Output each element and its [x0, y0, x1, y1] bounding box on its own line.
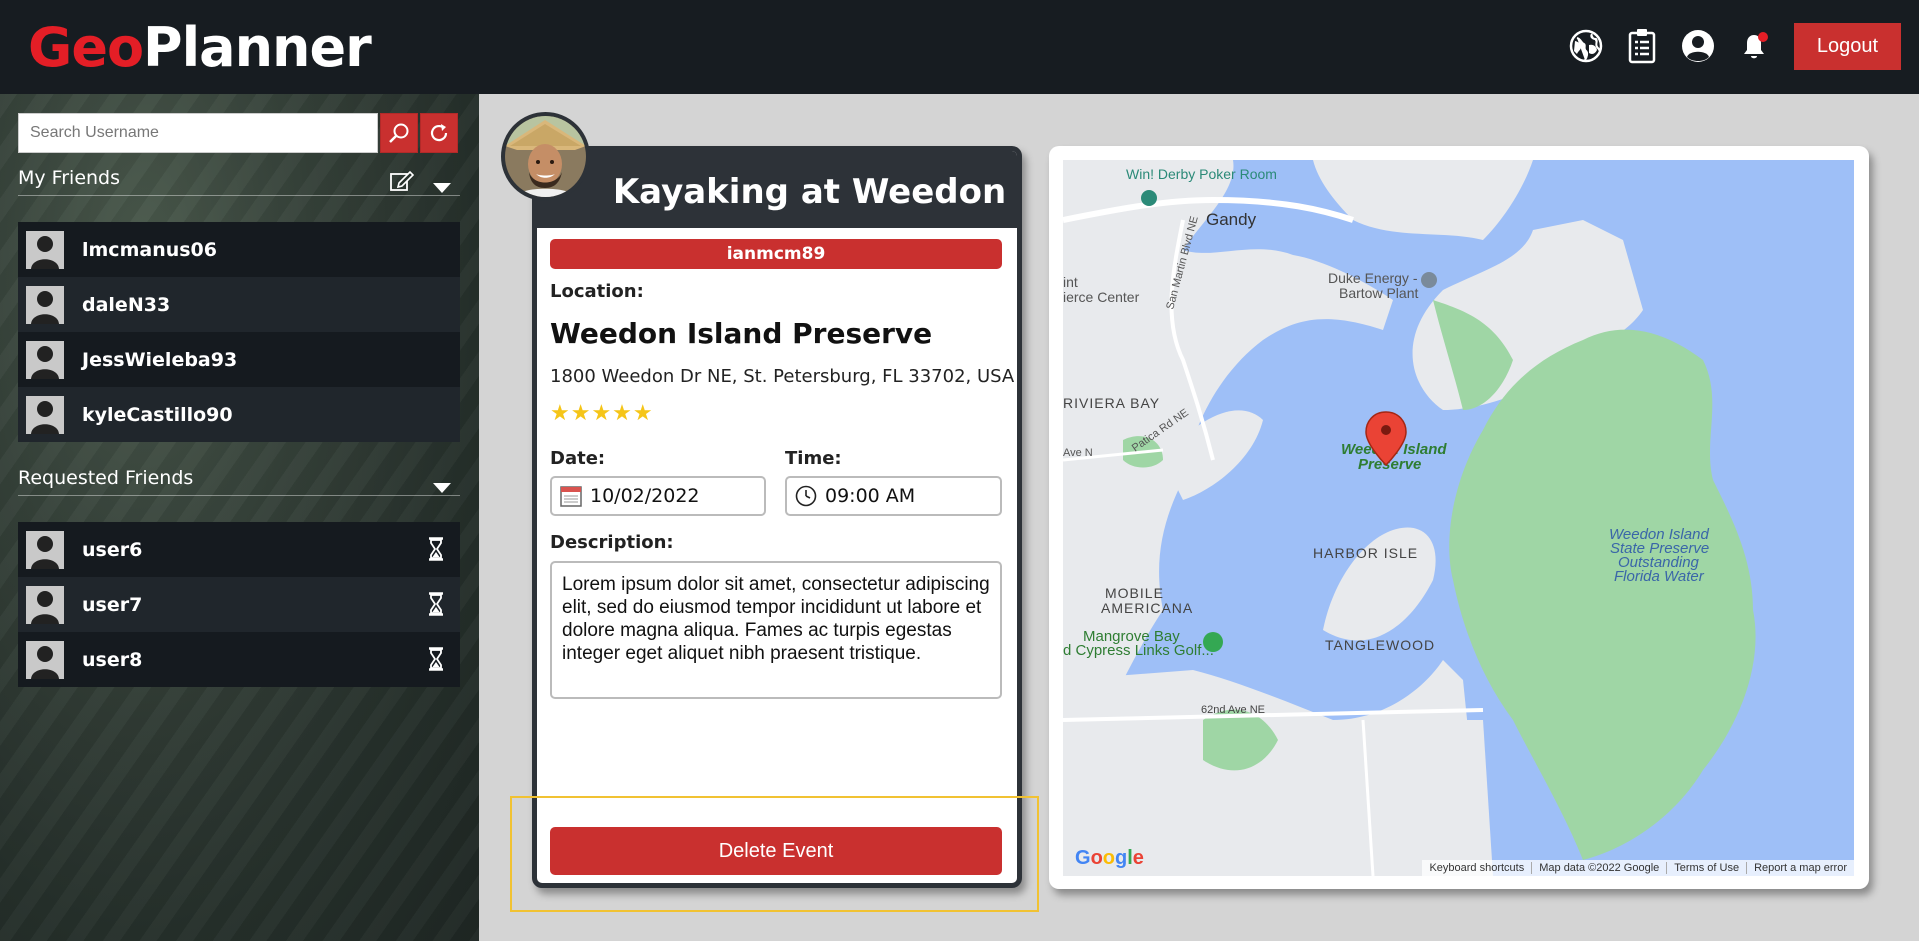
date-value: 10/02/2022 — [590, 485, 700, 507]
requested-friends-list: user6 user7 user8 — [18, 522, 460, 687]
friend-name: lmcmanus06 — [82, 238, 217, 261]
description-label: Description: — [550, 532, 674, 553]
my-friends-header: My Friends — [18, 164, 460, 196]
event-title: Kayaking at Weedon — [612, 172, 1007, 212]
map-card: Win! Derby Poker Room Gandy Duke Energy … — [1049, 146, 1869, 889]
map-label-62nd: 62nd Ave NE — [1201, 704, 1265, 716]
date-label: Date: — [550, 448, 606, 469]
map-attribution: Keyboard shortcuts Map data ©2022 Google… — [1422, 860, 1854, 876]
map-label-commerce1: int — [1063, 274, 1078, 290]
date-field[interactable]: 10/02/2022 — [550, 476, 766, 516]
requested-friends-title: Requested Friends — [18, 467, 194, 489]
app-logo[interactable]: GeoPlanner — [28, 16, 372, 80]
map-label-gandy: Gandy — [1206, 210, 1257, 229]
search-button[interactable] — [380, 113, 418, 153]
bell-icon[interactable] — [1736, 28, 1772, 64]
requested-friends-header: Requested Friends — [18, 464, 460, 496]
map-label-riviera: RIVIERA BAY — [1063, 395, 1160, 411]
avatar — [26, 640, 64, 679]
logo-geo: Geo — [28, 16, 144, 79]
report-error-link[interactable]: Report a map error — [1746, 862, 1854, 874]
map-label-mangrove2: d Cypress Links Golf... — [1063, 642, 1214, 659]
rating-stars: ★★★★★ — [550, 401, 654, 426]
hourglass-icon — [428, 592, 444, 620]
delete-event-button[interactable]: Delete Event — [550, 827, 1002, 875]
hourglass-icon — [428, 537, 444, 565]
map-label-mobile2: AMERICANA — [1101, 600, 1193, 616]
friends-list: lmcmanus06 daleN33 JessWieleba93 kyleCas… — [18, 222, 460, 442]
chevron-down-icon[interactable] — [432, 474, 452, 502]
clock-icon — [795, 485, 817, 507]
user-circle-icon[interactable] — [1680, 28, 1716, 64]
event-card: Kayaking at Weedon ianmcm89 Location: We… — [532, 146, 1022, 888]
keyboard-shortcuts-link[interactable]: Keyboard shortcuts — [1422, 862, 1531, 874]
duke-pin-icon — [1421, 272, 1437, 288]
logo-planner: Planner — [143, 16, 372, 79]
requested-name: user7 — [82, 593, 143, 616]
requested-row[interactable]: user8 — [18, 632, 460, 687]
hourglass-icon — [428, 647, 444, 675]
event-card-header: Kayaking at Weedon — [537, 151, 1017, 228]
map-label-mobile1: MOBILE — [1105, 585, 1164, 601]
map-label-ave-n: Ave N — [1063, 447, 1093, 459]
map-label-duke2: Bartow Plant — [1339, 285, 1418, 301]
terms-link[interactable]: Terms of Use — [1666, 862, 1746, 874]
place-name: Weedon Island Preserve — [550, 317, 933, 350]
avatar — [26, 340, 64, 379]
time-label: Time: — [785, 448, 842, 469]
clipboard-icon[interactable] — [1624, 28, 1660, 64]
avatar — [26, 230, 64, 269]
map-label-state4: Florida Water — [1614, 568, 1705, 585]
map-view[interactable]: Win! Derby Poker Room Gandy Duke Energy … — [1063, 160, 1854, 876]
host-avatar[interactable] — [501, 112, 590, 201]
top-nav-bar: GeoPlanner Logout — [0, 0, 1919, 94]
requested-name: user8 — [82, 648, 143, 671]
refresh-button[interactable] — [420, 113, 458, 153]
friend-name: kyleCastillo90 — [82, 403, 233, 426]
search-username-input[interactable] — [18, 113, 378, 153]
requested-name: user6 — [82, 538, 143, 561]
avatar — [26, 585, 64, 624]
calendar-icon — [560, 486, 582, 507]
description-textarea[interactable]: Lorem ipsum dolor sit amet, consectetur … — [550, 561, 1002, 699]
avatar — [26, 530, 64, 569]
globe-icon[interactable] — [1568, 28, 1604, 64]
search-icon — [389, 123, 409, 143]
avatar — [26, 285, 64, 324]
requested-row[interactable]: user6 — [18, 522, 460, 577]
logout-button[interactable]: Logout — [1794, 23, 1901, 70]
sidebar: My Friends lmcmanus06 daleN33 JessWieleb… — [0, 94, 479, 941]
requested-row[interactable]: user7 — [18, 577, 460, 632]
time-value: 09:00 AM — [825, 485, 916, 507]
friend-row[interactable]: kyleCastillo90 — [18, 387, 460, 442]
friend-row[interactable]: JessWieleba93 — [18, 332, 460, 387]
map-label-duke1: Duke Energy - — [1328, 270, 1418, 286]
map-label-poker: Win! Derby Poker Room — [1126, 166, 1277, 182]
google-logo: Google — [1075, 847, 1144, 869]
poker-pin-icon — [1141, 190, 1157, 206]
edit-icon[interactable] — [390, 170, 415, 200]
friend-name: JessWieleba93 — [82, 348, 238, 371]
location-label: Location: — [550, 281, 644, 302]
map-label-commerce2: ierce Center — [1063, 289, 1140, 305]
map-label-tanglewood: TANGLEWOOD — [1325, 637, 1435, 653]
avatar — [26, 395, 64, 434]
friend-name: daleN33 — [82, 293, 171, 316]
time-field[interactable]: 09:00 AM — [785, 476, 1002, 516]
my-friends-title: My Friends — [18, 167, 121, 189]
place-address: 1800 Weedon Dr NE, St. Petersburg, FL 33… — [550, 366, 1015, 387]
golf-pin-icon — [1203, 632, 1223, 652]
refresh-icon — [430, 124, 448, 142]
friend-row[interactable]: lmcmanus06 — [18, 222, 460, 277]
chevron-down-icon[interactable] — [432, 174, 452, 202]
event-owner-badge[interactable]: ianmcm89 — [550, 239, 1002, 269]
map-label-harbor: HARBOR ISLE — [1313, 545, 1418, 561]
friend-row[interactable]: daleN33 — [18, 277, 460, 332]
map-data-text: Map data ©2022 Google — [1531, 862, 1666, 874]
